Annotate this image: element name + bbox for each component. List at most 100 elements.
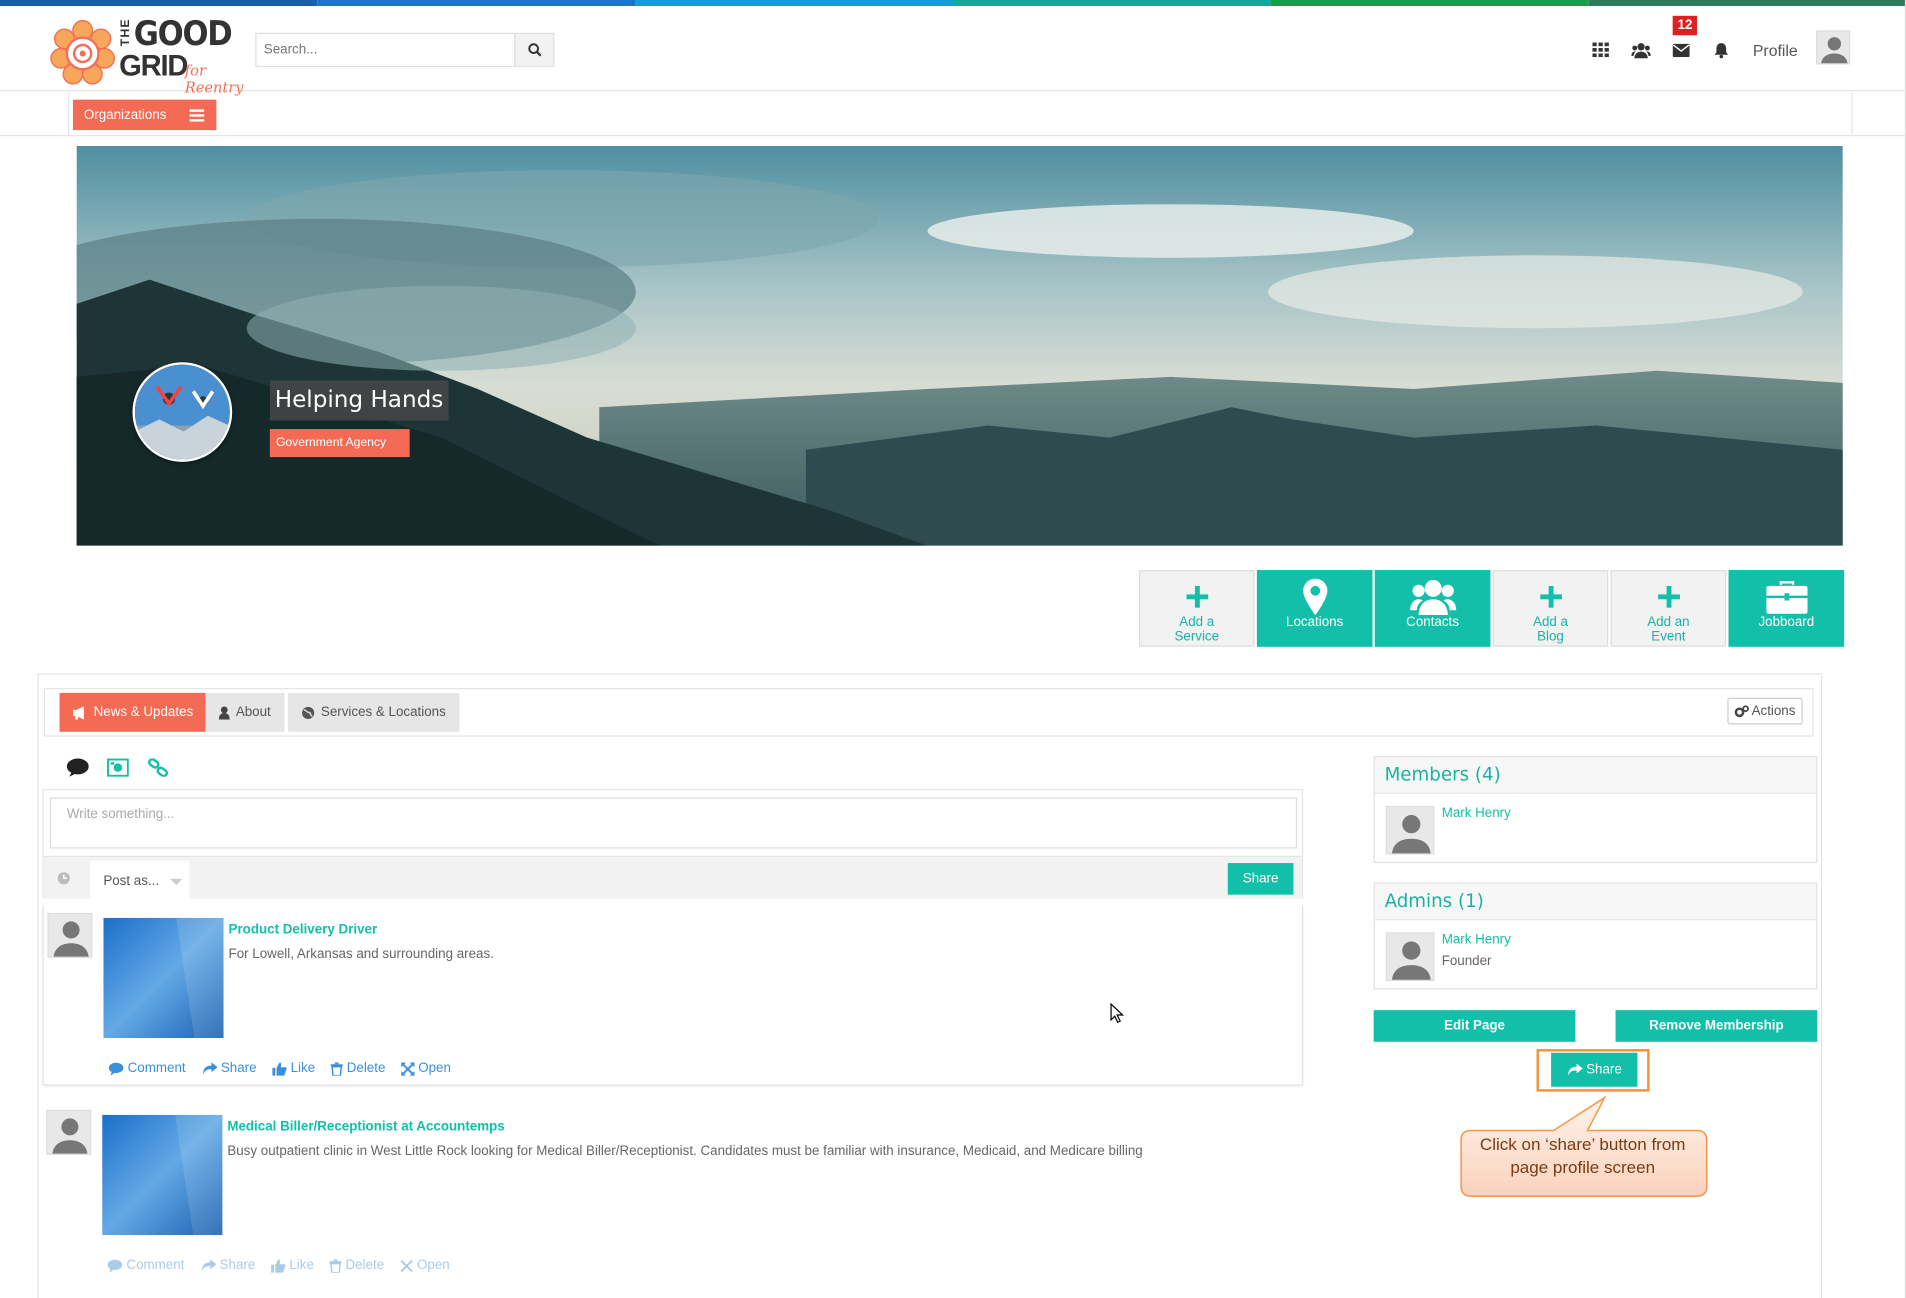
mail-button[interactable]: 12 xyxy=(1661,15,1701,62)
page: THE GOOD GRID for Reentry 12 xyxy=(0,0,1906,1298)
page-share-button[interactable]: Share xyxy=(1551,1052,1638,1087)
post-as-select[interactable]: Post as... xyxy=(89,860,190,901)
search-input[interactable] xyxy=(256,34,517,66)
map-marker-icon xyxy=(1302,578,1327,616)
expand-arrows-icon xyxy=(400,1259,413,1272)
remove-membership-button[interactable]: Remove Membership xyxy=(1615,1010,1818,1042)
user-silhouette-icon xyxy=(1386,807,1434,854)
mail-icon xyxy=(1672,43,1690,57)
people-button[interactable] xyxy=(1620,38,1660,62)
comments-icon xyxy=(108,1062,124,1076)
apps-grid-button[interactable] xyxy=(1580,38,1620,62)
bell-button[interactable] xyxy=(1701,38,1741,62)
jobboard-button[interactable]: Jobboard xyxy=(1728,570,1845,647)
feed-thumbnail[interactable] xyxy=(102,1114,223,1236)
feed-item: Medical Biller/Receptionist at Accountem… xyxy=(43,1103,1304,1285)
briefcase-icon xyxy=(1765,581,1807,614)
add-event-button[interactable]: Add an Event xyxy=(1610,570,1727,647)
admin-name-link[interactable]: Mark Henry xyxy=(1442,932,1511,947)
members-panel: Members (4) Mark Henry xyxy=(1373,756,1818,864)
organizations-label: Organizations xyxy=(83,107,167,123)
delete-button[interactable]: Delete xyxy=(329,1258,384,1273)
user-silhouette-icon xyxy=(48,914,92,957)
user-avatar[interactable] xyxy=(1816,30,1851,65)
tab-services-locations[interactable]: Services & Locations xyxy=(288,692,460,732)
page-tabs: News & Updates About Services & Location… xyxy=(43,688,1814,737)
user-silhouette-icon xyxy=(1386,933,1434,980)
profile-link[interactable]: Profile xyxy=(1753,41,1798,59)
flower-logo-icon xyxy=(50,19,115,85)
tab-about[interactable]: About xyxy=(205,692,285,732)
cogs-icon xyxy=(1734,704,1749,717)
globe-icon xyxy=(302,706,315,719)
camera-icon xyxy=(106,757,129,777)
comment-button[interactable]: Comment xyxy=(107,1258,184,1273)
edit-page-button[interactable]: Edit Page xyxy=(1373,1010,1576,1042)
organization-avatar[interactable] xyxy=(132,362,233,462)
feed-author-avatar[interactable] xyxy=(46,1109,92,1155)
admin-avatar[interactable] xyxy=(1385,932,1435,981)
schedule-button[interactable] xyxy=(57,870,70,888)
megaphone-icon xyxy=(72,705,84,720)
locations-button[interactable]: Locations xyxy=(1256,570,1373,647)
user-silhouette-icon xyxy=(47,1111,90,1154)
share-button[interactable]: Share xyxy=(200,1258,255,1273)
organizations-menu-button[interactable]: Organizations xyxy=(72,99,217,131)
link-post-button[interactable] xyxy=(137,754,177,781)
header-icon-bar: 12 Profile xyxy=(1580,15,1798,62)
status-post-button[interactable] xyxy=(57,754,97,781)
sub-navigation-bar: Organizations xyxy=(0,92,1906,137)
feed-description: Busy outpatient clinic in West Little Ro… xyxy=(227,1143,1143,1159)
search-icon xyxy=(527,43,541,57)
blue-abstract-image xyxy=(103,917,224,1039)
actions-dropdown-button[interactable]: Actions xyxy=(1727,697,1803,725)
tab-news-updates[interactable]: News & Updates xyxy=(59,692,207,732)
feed-action-bar: Comment Share Like Delete Open xyxy=(108,1061,467,1076)
search-box xyxy=(255,32,555,67)
member-item[interactable]: Mark Henry xyxy=(1385,805,1511,855)
member-avatar[interactable] xyxy=(1385,805,1435,855)
composer-share-button[interactable]: Share xyxy=(1227,863,1294,895)
admin-item[interactable]: Mark Henry Founder xyxy=(1385,932,1511,981)
group-icon xyxy=(1409,579,1456,616)
like-button[interactable]: Like xyxy=(272,1061,315,1076)
organization-name: Helping Hands xyxy=(269,380,449,421)
feed-author-avatar[interactable] xyxy=(47,912,93,958)
cover-banner xyxy=(76,145,1843,546)
apps-grid-icon xyxy=(1591,42,1609,58)
like-button[interactable]: Like xyxy=(271,1258,314,1273)
site-logo[interactable]: THE GOOD GRID for Reentry xyxy=(49,13,268,96)
open-button[interactable]: Open xyxy=(400,1258,450,1273)
trash-icon xyxy=(329,1258,342,1273)
contacts-button[interactable]: Contacts xyxy=(1374,570,1491,647)
notification-badge: 12 xyxy=(1672,15,1698,36)
chevron-down-icon xyxy=(170,878,183,885)
page-action-buttons: Add a Service Locations Contacts Add a Blo… xyxy=(1139,570,1846,647)
feed-thumbnail[interactable] xyxy=(103,917,224,1039)
bell-icon xyxy=(1713,42,1728,58)
post-type-selector xyxy=(57,754,177,781)
post-text-area[interactable]: Write something... xyxy=(49,797,1298,849)
member-name-link[interactable]: Mark Henry xyxy=(1442,806,1511,821)
admins-heading: Admins (1) xyxy=(1374,883,1817,921)
link-icon xyxy=(147,757,168,777)
comment-button[interactable]: Comment xyxy=(108,1061,186,1076)
share-button[interactable]: Share xyxy=(201,1061,257,1076)
feed-title-link[interactable]: Medical Biller/Receptionist at Accountem… xyxy=(227,1120,504,1135)
plus-icon xyxy=(1539,585,1562,608)
feed-title-link[interactable]: Product Delivery Driver xyxy=(229,923,378,938)
hamburger-icon xyxy=(189,109,205,124)
share-arrow-icon xyxy=(202,1061,218,1074)
photo-post-button[interactable] xyxy=(97,754,137,781)
add-service-button[interactable]: Add a Service xyxy=(1139,570,1255,647)
open-button[interactable]: Open xyxy=(401,1061,451,1076)
delete-button[interactable]: Delete xyxy=(330,1061,385,1076)
callout-text: Click on ‘share’ button from page profil… xyxy=(1479,1134,1686,1177)
clock-icon xyxy=(57,872,70,885)
top-header: THE GOOD GRID for Reentry 12 xyxy=(0,6,1906,96)
add-blog-button[interactable]: Add a Blog xyxy=(1492,570,1609,647)
user-silhouette-icon xyxy=(1817,31,1849,64)
expand-arrows-icon xyxy=(401,1061,415,1076)
logo-grid: GRID xyxy=(119,49,188,83)
search-button[interactable] xyxy=(514,34,554,66)
